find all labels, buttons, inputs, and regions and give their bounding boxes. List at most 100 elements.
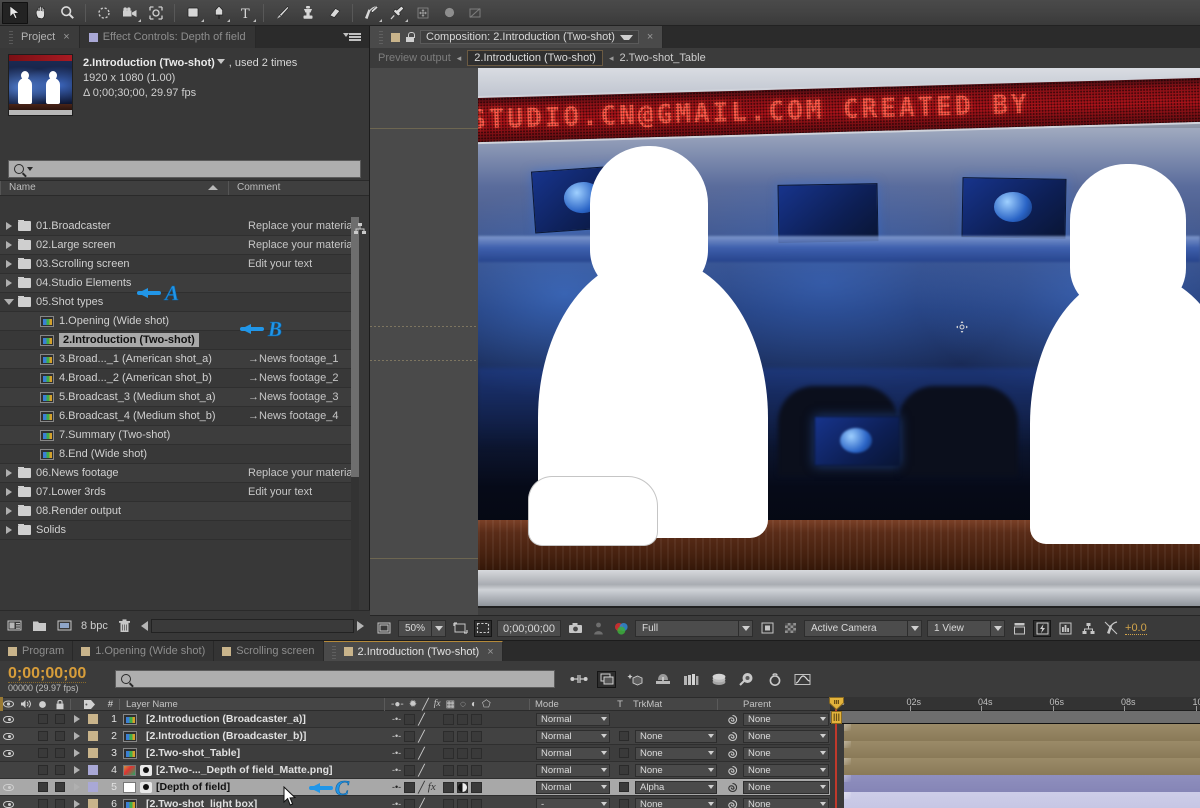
chevron-down-icon[interactable] (738, 620, 752, 636)
label-swatch-icon[interactable] (88, 799, 98, 808)
panel-menu-icon[interactable] (343, 31, 361, 43)
comp-flowchart-icon[interactable] (1079, 620, 1097, 637)
motion-blur-toggle[interactable] (456, 747, 468, 759)
shy-icon[interactable]: -•- (392, 714, 401, 724)
shy-icon[interactable]: -•- (392, 731, 401, 741)
preserve-transparency-toggle[interactable] (613, 765, 635, 775)
current-time-value[interactable]: 0;00;00;00 (8, 665, 87, 683)
brush-tool[interactable] (269, 2, 295, 24)
chevron-down-icon[interactable] (820, 768, 826, 772)
label-swatch-icon[interactable] (88, 714, 98, 724)
timeline-tab[interactable]: Program (0, 641, 74, 661)
solo-toggle-box[interactable] (37, 731, 48, 741)
pen-tool[interactable] (206, 2, 232, 24)
chevron-right-icon[interactable] (73, 766, 80, 774)
project-item-comment[interactable]: →News footage_1 (246, 353, 352, 365)
trkmat-dropdown[interactable]: None (635, 746, 717, 760)
project-folder-row[interactable]: 01.Broadcaster Replace your material (0, 217, 352, 236)
layer-switches[interactable]: -•-╱fx (388, 798, 533, 808)
chevron-right-icon[interactable] (73, 783, 80, 791)
mode-dropdown[interactable]: Normal (536, 712, 610, 726)
quality-icon[interactable]: ╱ (418, 798, 425, 808)
video-visibility-toggle[interactable] (0, 715, 17, 723)
timeline-tab[interactable]: 2.Introduction (Two-shot) × (323, 641, 503, 661)
shy-icon[interactable]: -•- (392, 748, 401, 758)
solo-toggle-box[interactable] (37, 782, 48, 792)
snapping-icon[interactable] (410, 2, 436, 24)
collapse-transformations-toggle[interactable] (404, 713, 416, 725)
chevron-down-icon[interactable] (708, 785, 714, 789)
solo-toggle-box[interactable] (37, 714, 48, 724)
frame-blending-toggle[interactable] (442, 764, 454, 776)
parent-dropdown[interactable]: None (743, 746, 829, 760)
type-tool[interactable]: T (232, 2, 258, 24)
composition-mini-flowchart-icon[interactable] (597, 670, 616, 688)
label-swatch-icon[interactable] (88, 731, 98, 741)
project-comp-row[interactable]: 5.Broadcast_3 (Medium shot_a) →News foota… (0, 388, 352, 407)
parent-pickwhip-icon[interactable] (721, 714, 743, 725)
lock-toggle-box[interactable] (54, 731, 65, 741)
chevron-down-icon[interactable] (708, 734, 714, 738)
timeline-search-input[interactable] (137, 673, 549, 685)
current-timecode[interactable]: 0;00;00;00 (497, 619, 562, 637)
flowchart-icon[interactable] (353, 222, 367, 236)
parent-dropdown[interactable]: None (743, 797, 829, 808)
collapse-transformations-toggle[interactable] (404, 781, 416, 793)
project-comp-row[interactable]: 2.Introduction (Two-shot) (0, 331, 352, 350)
preserve-transparency-toggle[interactable] (613, 748, 635, 758)
chevron-down-icon[interactable] (601, 785, 607, 789)
preserve-transparency-toggle[interactable] (613, 799, 635, 808)
motion-blur-toggle[interactable] (456, 730, 468, 742)
project-item-comment[interactable]: →News footage_2 (246, 372, 352, 384)
twirl-toggle[interactable] (0, 526, 18, 534)
project-folder-row[interactable]: 03.Scrolling screen Edit your text (0, 255, 352, 274)
lock-toggle[interactable] (51, 799, 68, 808)
puppet-pin-tool[interactable] (384, 2, 410, 24)
new-folder-icon[interactable] (31, 618, 48, 633)
layer-label-color[interactable] (85, 731, 101, 741)
twirl-toggle[interactable] (0, 241, 18, 249)
layer-twirl-toggle[interactable] (68, 783, 85, 791)
rotation-tool[interactable] (91, 2, 117, 24)
project-item-comment[interactable]: →News footage_3 (246, 391, 352, 403)
chevron-down-icon[interactable] (820, 751, 826, 755)
mode-dropdown[interactable]: Normal (536, 780, 610, 794)
parent-pickwhip-icon[interactable] (721, 748, 743, 759)
layer-switches[interactable]: -•-╱fx (388, 730, 533, 743)
layer-stack-icon[interactable] (709, 671, 728, 688)
solo-toggle-box[interactable] (37, 748, 48, 758)
lock-toggle[interactable] (51, 748, 68, 758)
new-comp-icon[interactable] (6, 618, 23, 633)
channel-icon[interactable] (612, 620, 630, 637)
video-visibility-toggle[interactable] (0, 749, 17, 757)
chevron-right-icon[interactable] (6, 526, 12, 534)
project-comp-row[interactable]: 7.Summary (Two-shot) (0, 426, 352, 445)
hand-tool[interactable] (28, 2, 54, 24)
trkmat-dropdown[interactable]: None (635, 797, 717, 808)
composition-viewer[interactable]: STUDIO.CN@GMAIL.COM CREATED BY (478, 68, 1200, 606)
slider-trough[interactable] (150, 618, 354, 633)
close-icon[interactable]: × (63, 31, 69, 43)
chevron-down-icon[interactable] (990, 620, 1004, 636)
adjustment-layer-toggle[interactable] (470, 713, 482, 725)
timeline-tab[interactable]: Scrolling screen (214, 641, 324, 661)
brainstorm-icon[interactable] (737, 671, 756, 688)
project-item-comment[interactable]: Replace your material (246, 220, 352, 232)
chevron-right-icon[interactable] (6, 222, 12, 230)
pixel-aspect-icon[interactable] (1010, 620, 1028, 637)
graph-editor-icon[interactable] (569, 671, 588, 688)
zoom-tool[interactable] (54, 2, 80, 24)
quality-icon[interactable]: ╱ (418, 713, 425, 726)
timeline-timecode[interactable]: 0;00;00;00 00000 (29.97 fps) (0, 665, 115, 693)
motion-blur-toggle[interactable] (456, 798, 468, 808)
project-search[interactable] (0, 158, 369, 180)
mode-dropdown[interactable]: - (536, 797, 610, 808)
chevron-right-icon[interactable] (6, 469, 12, 477)
preserve-transparency-toggle[interactable] (613, 782, 635, 792)
lock-toggle-box[interactable] (54, 714, 65, 724)
mode-dropdown[interactable]: Normal (536, 763, 610, 777)
layer-duration-bar[interactable] (844, 775, 1200, 792)
project-scrollbar[interactable] (351, 217, 359, 610)
eye-icon[interactable] (3, 783, 14, 791)
chevron-down-icon[interactable] (708, 751, 714, 755)
